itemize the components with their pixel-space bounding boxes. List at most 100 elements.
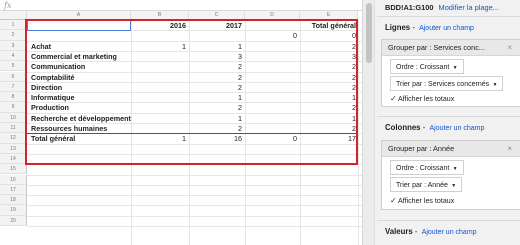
column-header-b[interactable]: B (131, 11, 189, 20)
pivot-total-2017[interactable]: 16 (189, 134, 242, 144)
values-add-field-link[interactable]: Ajouter un champ (422, 229, 477, 236)
row-header[interactable]: 20 (0, 215, 27, 226)
columns-sort-label: Trier par : Année (396, 182, 448, 189)
pivot-grand-total[interactable]: 17 (300, 134, 356, 144)
row-header[interactable]: 18 (0, 195, 27, 206)
columns-group-card: Grouper par : Année × Ordre : Croissant … (381, 140, 520, 210)
pivot-cell-2017[interactable]: 2 (189, 103, 242, 113)
panel-scrollbar[interactable] (363, 0, 375, 245)
row-header[interactable]: 6 (0, 71, 27, 82)
column-header-d[interactable]: D (245, 11, 300, 20)
columns-add-field-link[interactable]: Ajouter un champ (429, 125, 484, 132)
row-header[interactable]: 8 (0, 92, 27, 103)
columns-sort-dropdown[interactable]: Trier par : Année ▼ (390, 177, 463, 192)
row-header[interactable]: 14 (0, 153, 27, 165)
rows-sort-dropdown[interactable]: Trier par : Services concernés ▼ (390, 76, 504, 91)
pivot-row-label[interactable]: Achat (31, 42, 131, 52)
row-header[interactable]: 7 (0, 81, 27, 93)
columns-order-label: Ordre : Croissant (396, 165, 450, 172)
pivot-cell-2017[interactable]: 1 (189, 114, 242, 124)
row-header[interactable]: 5 (0, 61, 27, 72)
rows-show-totals-label: Afficher les totaux (398, 95, 455, 103)
grid-line (27, 164, 362, 166)
pivot-header-2017[interactable]: 2017 (189, 21, 242, 31)
pivot-cell-total[interactable]: 2 (300, 42, 356, 52)
row-header[interactable]: 4 (0, 50, 27, 62)
spreadsheet-grid[interactable]: fx A B C D E 1 2 3 4 5 6 7 8 9 10 11 12 … (0, 0, 362, 245)
row-header[interactable]: 16 (0, 174, 27, 185)
row-header[interactable]: 19 (0, 205, 27, 216)
columns-section-label: Colonnes (385, 123, 421, 132)
formula-bar[interactable]: fx (0, 0, 362, 11)
pivot-header-2016[interactable]: 2016 (131, 21, 186, 31)
row-header[interactable]: 15 (0, 164, 27, 175)
grid-line (27, 195, 362, 197)
rows-group-title: Grouper par : Services conc... (388, 43, 485, 52)
edit-range-link[interactable]: Modifier la plage... (439, 3, 499, 12)
pivot-row-label[interactable]: Commercial et marketing (31, 52, 131, 62)
row-header[interactable]: 10 (0, 112, 27, 123)
pivot-total-blank[interactable]: 0 (245, 134, 297, 144)
grid-line (27, 174, 362, 176)
rows-order-dropdown[interactable]: Ordre : Croissant ▼ (390, 59, 464, 74)
row-header[interactable]: 3 (0, 40, 27, 51)
pivot-cell-2017[interactable]: 1 (189, 42, 242, 52)
row-header[interactable]: 2 (0, 30, 27, 41)
row-header[interactable]: 17 (0, 184, 27, 196)
pivot-header-total[interactable]: Total général (300, 21, 356, 31)
pivot-row-label[interactable]: Production (31, 103, 131, 113)
columns-group-header[interactable]: Grouper par : Année × (382, 141, 520, 157)
pivot-row-label[interactable]: Communication (31, 62, 131, 72)
pivot-cell-2017[interactable]: 2 (189, 62, 242, 72)
pivot-row-label[interactable]: Comptabilité (31, 73, 131, 83)
fx-icon: fx (4, 1, 12, 10)
pivot-cell-2017[interactable]: 2 (189, 83, 242, 93)
pivot-total-label[interactable]: Total général (31, 134, 131, 144)
caret-down-icon: ▼ (449, 183, 457, 189)
selected-cell-a1[interactable] (27, 20, 131, 31)
rows-group-header[interactable]: Grouper par : Services conc... × (382, 40, 520, 56)
panel-scrollbar-thumb[interactable] (366, 3, 372, 63)
pivot-cell-2017[interactable]: 2 (189, 73, 242, 83)
pivot-cell-total[interactable]: 2 (300, 103, 356, 113)
row-header[interactable]: 13 (0, 143, 27, 154)
pivot-cell-blank[interactable]: 0 (245, 31, 297, 41)
pivot-cell-total[interactable]: 2 (300, 83, 356, 93)
pivot-cell-total[interactable]: 1 (300, 93, 356, 103)
pivot-cell-2016[interactable]: 1 (131, 42, 186, 52)
pivot-cell-total[interactable]: 2 (300, 62, 356, 72)
close-icon[interactable]: × (507, 141, 512, 157)
data-range-value: BDD!A1:G100 (385, 3, 434, 12)
caret-down-icon: ▼ (451, 65, 458, 71)
row-header[interactable]: 1 (0, 20, 27, 31)
rows-add-field-link[interactable]: Ajouter un champ (419, 25, 474, 32)
pivot-cell-total[interactable]: 0 (300, 31, 356, 41)
pivot-cell-total[interactable]: 3 (300, 52, 356, 62)
pivot-cell-2017[interactable]: 3 (189, 52, 242, 62)
pivot-cell-2017[interactable]: 1 (189, 93, 242, 103)
data-range: BDD!A1:G100 Modifier la plage... (385, 3, 499, 12)
pivot-row-label[interactable]: Recherche et développement (31, 114, 131, 124)
row-header[interactable]: 11 (0, 123, 27, 134)
grid-line (27, 153, 362, 155)
rows-section-title: Lignes - Ajouter un champ (385, 23, 474, 32)
pivot-total-2016[interactable]: 1 (131, 134, 186, 144)
rows-order-label: Ordre : Croissant (396, 64, 450, 71)
close-icon[interactable]: × (507, 40, 512, 56)
columns-show-totals-checkbox[interactable]: ✓Afficher les totaux (390, 194, 454, 208)
pivot-row-label[interactable]: Informatique (31, 93, 131, 103)
row-header[interactable]: 12 (0, 133, 27, 144)
divider (377, 220, 520, 221)
column-header-c[interactable]: C (189, 11, 245, 20)
columns-order-dropdown[interactable]: Ordre : Croissant ▼ (390, 160, 464, 175)
pivot-cell-total[interactable]: 1 (300, 114, 356, 124)
checkmark-icon: ✓ (390, 196, 397, 205)
pivot-cell-total[interactable]: 2 (300, 73, 356, 83)
select-all-corner[interactable] (0, 11, 27, 20)
rows-show-totals-checkbox[interactable]: ✓Afficher les totaux (390, 92, 454, 106)
row-header[interactable]: 9 (0, 102, 27, 113)
column-header-a[interactable]: A (27, 11, 131, 20)
columns-show-totals-label: Afficher les totaux (398, 197, 455, 205)
column-header-e[interactable]: E (300, 11, 358, 20)
pivot-row-label[interactable]: Direction (31, 83, 131, 93)
